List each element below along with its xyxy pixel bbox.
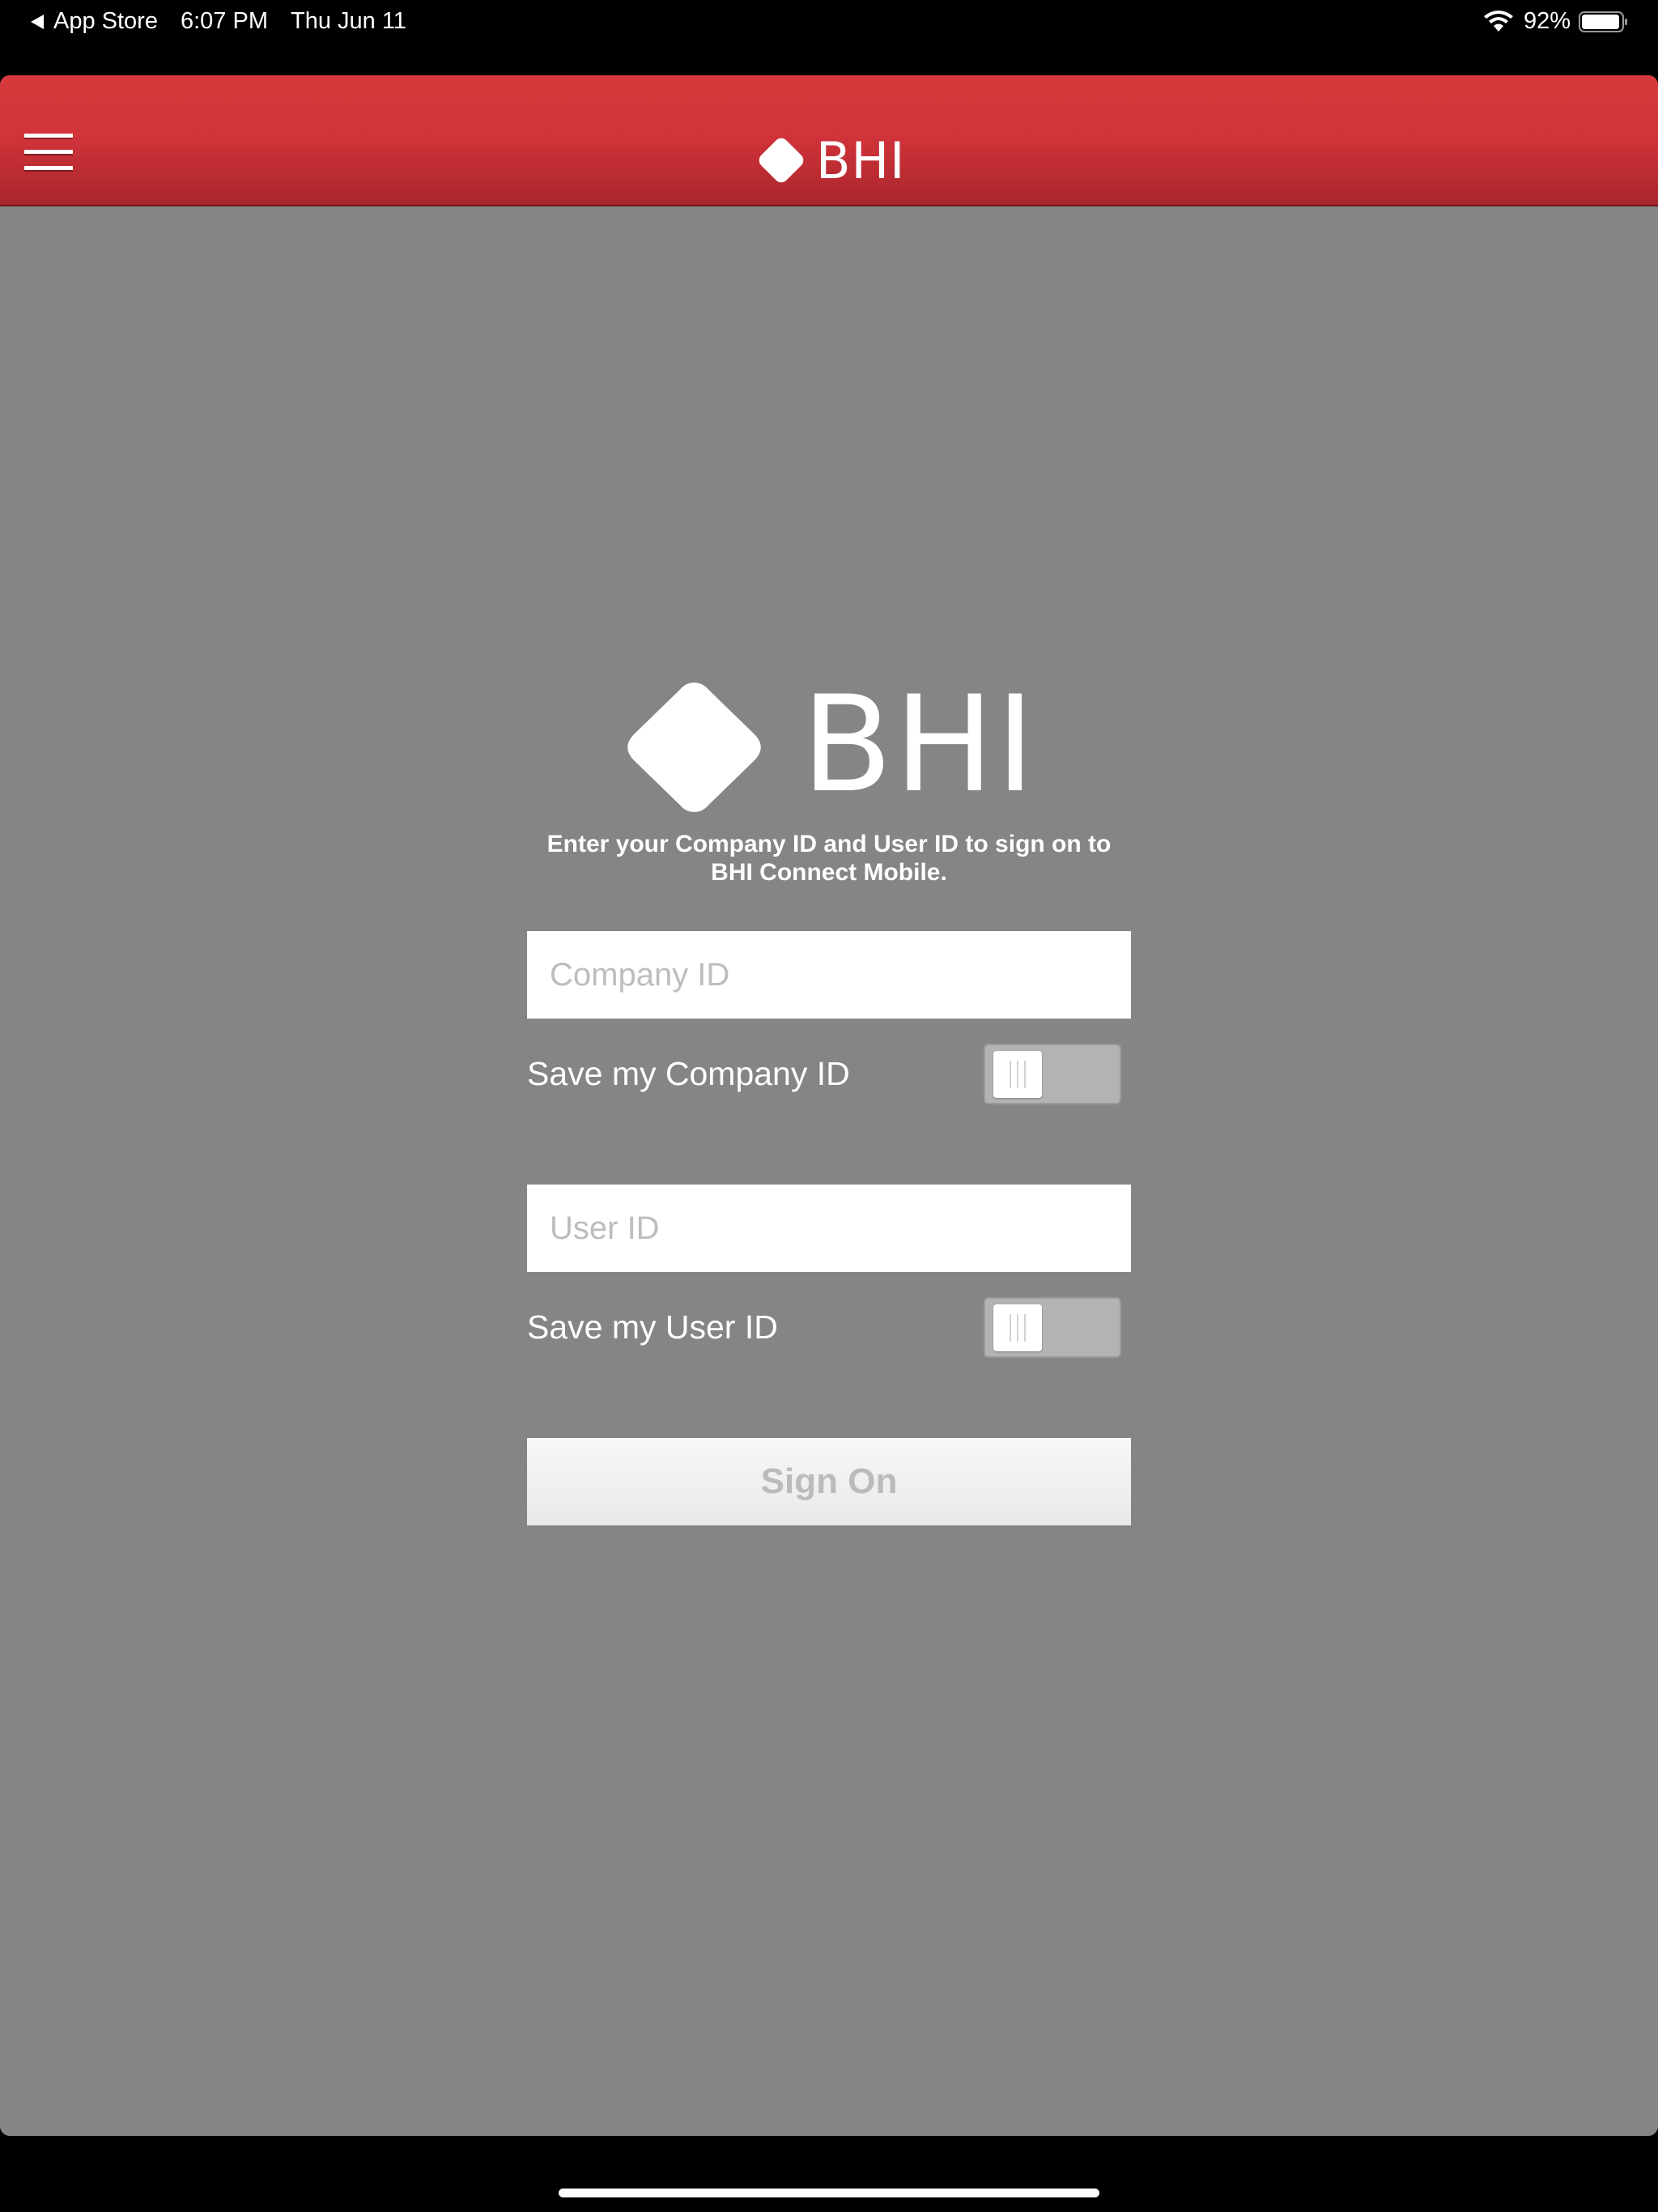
status-bar: App Store 6:07 PM Thu Jun 11 92% (0, 0, 1658, 45)
nav-logo: BHI (756, 130, 906, 190)
login-logo: BHI (623, 672, 1044, 818)
status-right: 92% (1483, 8, 1629, 35)
hamburger-menu-icon[interactable] (24, 134, 73, 174)
instructions-line-2: BHI Connect Mobile. (711, 859, 947, 886)
home-indicator[interactable] (559, 2189, 1099, 2197)
nav-logo-text: BHI (816, 130, 906, 190)
company-id-input[interactable] (527, 931, 1131, 1019)
nav-bar: BHI (0, 75, 1658, 206)
back-arrow-icon[interactable] (31, 14, 44, 29)
battery-percent: 92% (1523, 8, 1571, 34)
status-date: Thu Jun 11 (290, 8, 406, 34)
save-company-id-toggle[interactable] (984, 1044, 1121, 1104)
save-user-id-label: Save my User ID (527, 1308, 778, 1346)
wifi-icon (1483, 10, 1513, 32)
diamond-logo-icon (627, 683, 761, 812)
ipad-screen: App Store 6:07 PM Thu Jun 11 92% BHI BHI… (0, 0, 1658, 2212)
status-time: 6:07 PM (180, 8, 268, 34)
user-id-input[interactable] (527, 1185, 1131, 1272)
back-to-app-link[interactable]: App Store (53, 8, 158, 35)
status-left: App Store 6:07 PM Thu Jun 11 (31, 8, 406, 35)
sign-on-instructions: Enter your Company ID and User ID to sig… (518, 830, 1140, 887)
toggle-knob (993, 1051, 1042, 1098)
login-logo-text: BHI (801, 667, 1037, 822)
diamond-logo-icon (759, 138, 804, 183)
battery-icon (1579, 11, 1627, 32)
app-window: BHI BHI Enter your Company ID and User I… (0, 75, 1658, 2136)
save-user-id-toggle[interactable] (984, 1297, 1121, 1358)
save-company-id-label: Save my Company ID (527, 1055, 850, 1092)
instructions-line-1: Enter your Company ID and User ID to sig… (546, 831, 1112, 857)
toggle-knob (993, 1304, 1042, 1351)
sign-on-button[interactable]: Sign On (527, 1438, 1131, 1525)
